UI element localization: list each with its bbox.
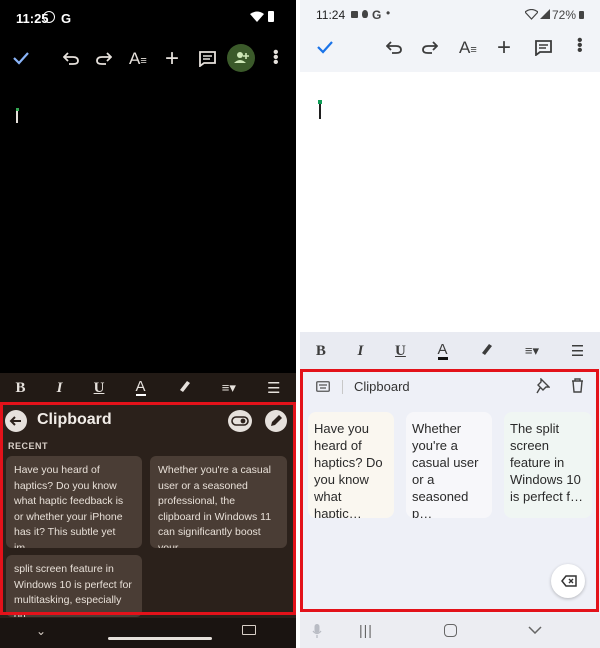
undo-icon[interactable]: [63, 51, 79, 65]
navigation-bar: ⌄: [0, 618, 296, 648]
more-icon[interactable]: • • •: [577, 33, 583, 59]
home-icon[interactable]: [444, 624, 457, 637]
more-icon[interactable]: • • •: [273, 45, 279, 71]
list-icon[interactable]: ☰: [571, 342, 584, 360]
battery-percent: 72%: [552, 8, 577, 22]
cursor-handle: [16, 108, 19, 111]
underline-icon[interactable]: U: [395, 343, 406, 360]
align-icon[interactable]: ≡▾: [525, 343, 539, 359]
chevron-down-icon[interactable]: ⌄: [36, 624, 46, 638]
document-canvas[interactable]: [0, 81, 296, 373]
text-format-icon[interactable]: A≡: [459, 38, 477, 58]
add-icon[interactable]: +: [165, 45, 179, 73]
bold-icon[interactable]: B: [16, 380, 26, 397]
battery-icon: [579, 11, 584, 19]
italic-icon[interactable]: I: [57, 380, 63, 397]
text-color-icon[interactable]: A: [135, 379, 146, 396]
italic-icon[interactable]: I: [358, 343, 364, 360]
text-format-icon[interactable]: A≡: [129, 49, 147, 69]
redo-icon[interactable]: [422, 40, 438, 54]
undo-icon[interactable]: [386, 40, 402, 54]
home-handle[interactable]: [108, 637, 212, 640]
text-color-icon[interactable]: A: [437, 342, 448, 360]
left-phone-screen: 11:25 G A≡ + • • • B I U A ≡▾ ☰ Clipboar…: [0, 0, 296, 648]
highlight-box: [0, 402, 296, 615]
highlight-icon[interactable]: [479, 342, 493, 361]
comment-icon[interactable]: [199, 51, 216, 67]
highlight-box: [300, 369, 599, 612]
status-g-icon: G: [61, 11, 72, 26]
recents-icon[interactable]: |||: [359, 622, 373, 638]
status-time: 11:24: [316, 8, 346, 22]
format-bar: B I U A ≡▾ ☰: [0, 373, 296, 403]
add-icon[interactable]: +: [497, 34, 511, 62]
format-bar: B I U A ≡▾ ☰: [300, 332, 600, 370]
underline-icon[interactable]: U: [94, 380, 105, 397]
highlight-icon[interactable]: [177, 379, 191, 398]
status-g-icon: G: [372, 8, 382, 22]
mic-icon[interactable]: [312, 623, 322, 639]
align-icon[interactable]: ≡▾: [222, 380, 236, 396]
back-icon[interactable]: [528, 626, 542, 634]
document-canvas[interactable]: [300, 72, 600, 332]
bold-icon[interactable]: B: [316, 343, 326, 360]
cursor-handle: [318, 100, 322, 104]
signal-icon: [540, 9, 550, 19]
keyboard-switch-icon[interactable]: [242, 625, 256, 635]
redo-icon[interactable]: [96, 51, 112, 65]
wifi-icon: [250, 11, 264, 23]
add-person-button[interactable]: [227, 44, 255, 72]
right-phone-screen: 11:24 G • 72% A≡ + • • • B I U A ≡▾ ☰ Cl…: [300, 0, 600, 648]
list-icon[interactable]: ☰: [267, 379, 280, 397]
comment-icon[interactable]: [535, 40, 552, 56]
check-icon[interactable]: [316, 39, 334, 55]
status-bulb-icon: [362, 10, 368, 18]
status-circle-icon: [43, 11, 55, 23]
wifi-icon: [525, 9, 538, 20]
add-person-icon: [234, 52, 249, 63]
status-image-icon: [351, 11, 358, 18]
status-dot: •: [386, 6, 391, 20]
check-icon[interactable]: [12, 50, 30, 66]
battery-icon: [268, 11, 274, 22]
navigation-bar: |||: [300, 614, 600, 648]
